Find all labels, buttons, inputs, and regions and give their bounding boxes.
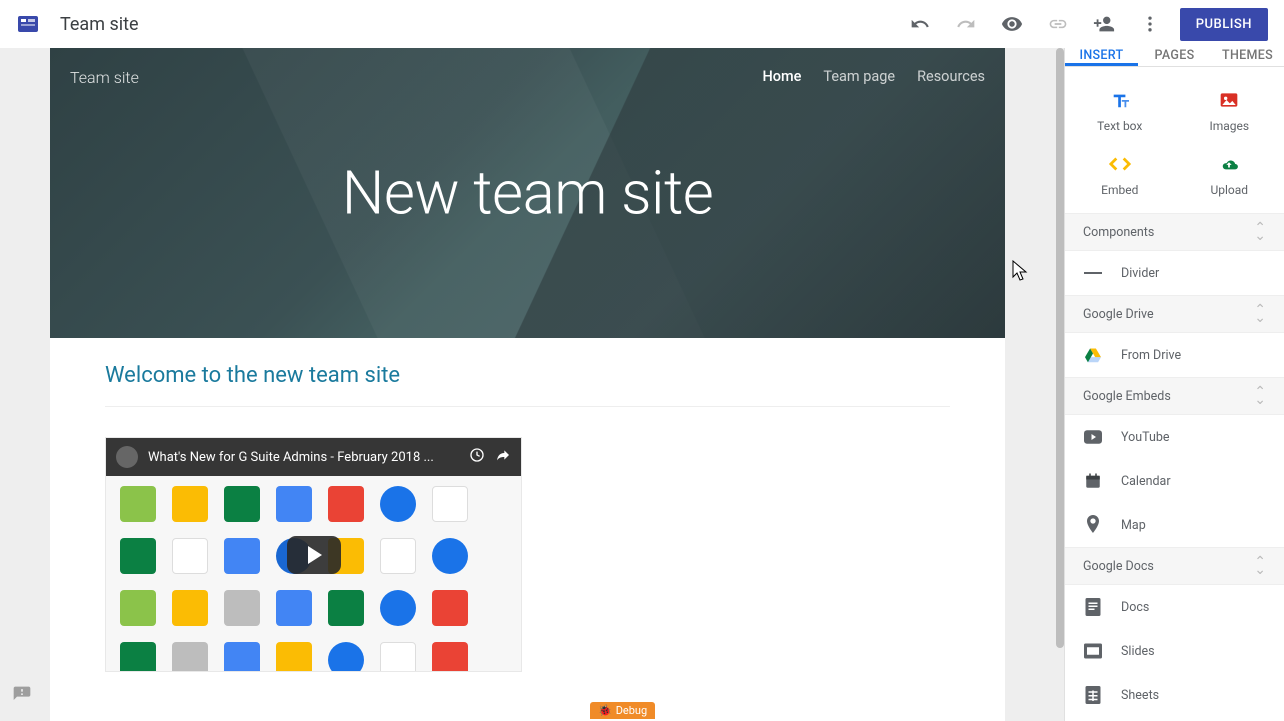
publish-button[interactable]: PUBLISH — [1180, 8, 1268, 41]
section-components[interactable]: Components ⌃⌄ — [1065, 213, 1284, 251]
insert-upload[interactable]: Upload — [1175, 143, 1284, 207]
play-button-icon[interactable] — [287, 536, 341, 574]
embed-youtube[interactable]: YouTube — [1065, 415, 1284, 459]
insert-label: Embed — [1101, 183, 1138, 197]
insert-label: Upload — [1210, 183, 1248, 197]
right-panel: INSERT PAGES THEMES Text box Images Embe… — [1064, 48, 1284, 721]
calendar-icon — [1083, 471, 1103, 491]
nav-resources[interactable]: Resources — [917, 68, 985, 87]
collapse-icon: ⌃⌄ — [1254, 388, 1266, 404]
section-embeds[interactable]: Google Embeds ⌃⌄ — [1065, 377, 1284, 415]
divider-icon — [1083, 263, 1103, 283]
app-top-bar: Team site PUBLISH — [0, 0, 1284, 48]
docs-slides[interactable]: Slides — [1065, 629, 1284, 673]
toolbar — [908, 12, 1162, 36]
tab-insert[interactable]: INSERT — [1065, 48, 1138, 66]
undo-icon[interactable] — [908, 12, 932, 36]
drive-icon — [1083, 345, 1103, 365]
insert-label: Text box — [1097, 119, 1142, 133]
slides-icon — [1083, 641, 1103, 661]
collapse-icon: ⌃⌄ — [1254, 224, 1266, 240]
docs-forms[interactable]: Forms — [1065, 717, 1284, 721]
video-embed[interactable]: What's New for G Suite Admins - February… — [105, 437, 522, 672]
embed-icon — [1109, 153, 1131, 175]
hero-title[interactable]: New team site — [342, 158, 714, 229]
insert-embed[interactable]: Embed — [1065, 143, 1175, 207]
insert-grid: Text box Images Embed Upload — [1065, 67, 1284, 213]
insert-images[interactable]: Images — [1175, 79, 1284, 143]
redo-icon — [954, 12, 978, 36]
image-icon — [1218, 89, 1240, 111]
insert-label: Images — [1209, 119, 1249, 133]
more-icon[interactable] — [1138, 12, 1162, 36]
hero-section[interactable]: Team site Home Team page Resources New t… — [50, 48, 1005, 338]
link-icon[interactable] — [1046, 12, 1070, 36]
tab-pages[interactable]: PAGES — [1138, 48, 1211, 66]
canvas-wrap: Team site Home Team page Resources New t… — [0, 48, 1064, 721]
content-section: Welcome to the new team site What's New … — [50, 338, 1005, 697]
map-icon — [1083, 515, 1103, 535]
canvas-scrollbar[interactable] — [1056, 48, 1064, 721]
bug-icon: 🐞 — [598, 704, 612, 717]
hero-nav: Home Team page Resources — [762, 68, 985, 87]
site-title[interactable]: Team site — [60, 14, 908, 35]
section-drive[interactable]: Google Drive ⌃⌄ — [1065, 295, 1284, 333]
debug-badge[interactable]: 🐞 Debug — [590, 702, 655, 719]
docs-sheets[interactable]: Sheets — [1065, 673, 1284, 717]
hero-site-name[interactable]: Team site — [70, 68, 139, 87]
preview-icon[interactable] — [1000, 12, 1024, 36]
share-icon[interactable] — [1092, 12, 1116, 36]
component-divider[interactable]: Divider — [1065, 251, 1284, 295]
feedback-icon[interactable] — [12, 685, 34, 707]
upload-icon — [1218, 153, 1240, 175]
sites-logo — [16, 12, 40, 36]
tab-themes[interactable]: THEMES — [1211, 48, 1284, 66]
main-area: Team site Home Team page Resources New t… — [0, 48, 1284, 721]
collapse-icon: ⌃⌄ — [1254, 306, 1266, 322]
embed-calendar[interactable]: Calendar — [1065, 459, 1284, 503]
nav-team-page[interactable]: Team page — [823, 68, 895, 87]
site-canvas[interactable]: Team site Home Team page Resources New t… — [50, 48, 1005, 721]
docs-icon — [1083, 597, 1103, 617]
insert-text-box[interactable]: Text box — [1065, 79, 1175, 143]
drive-from-drive[interactable]: From Drive — [1065, 333, 1284, 377]
sheets-icon — [1083, 685, 1103, 705]
youtube-icon — [1083, 427, 1103, 447]
text-icon — [1109, 89, 1131, 111]
section-docs[interactable]: Google Docs ⌃⌄ — [1065, 547, 1284, 585]
embed-map[interactable]: Map — [1065, 503, 1284, 547]
panel-tabs: INSERT PAGES THEMES — [1065, 48, 1284, 67]
nav-home[interactable]: Home — [762, 68, 801, 87]
collapse-icon: ⌃⌄ — [1254, 558, 1266, 574]
content-heading[interactable]: Welcome to the new team site — [105, 363, 950, 407]
docs-docs[interactable]: Docs — [1065, 585, 1284, 629]
